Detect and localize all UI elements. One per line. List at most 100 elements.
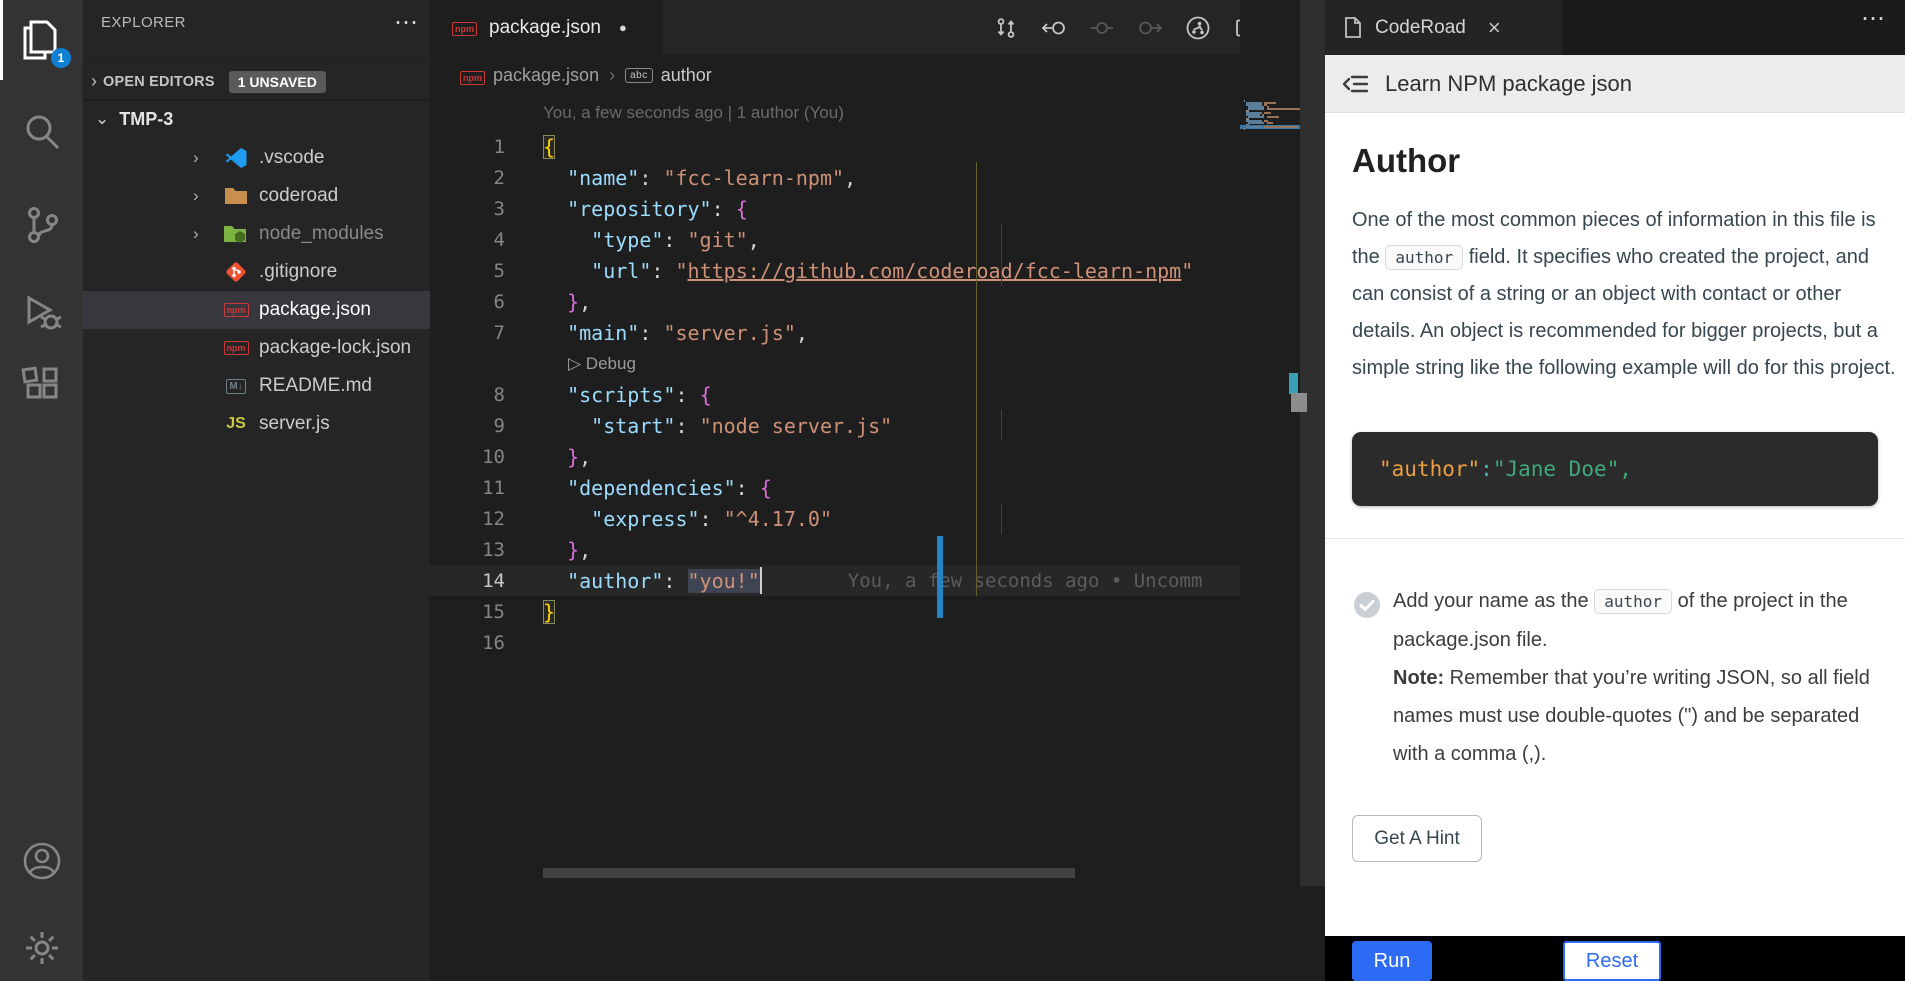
tab-package-json[interactable]: npm package.json ● xyxy=(430,0,663,55)
account-icon xyxy=(21,840,63,882)
gear-icon xyxy=(20,926,64,970)
lesson-heading: Author xyxy=(1352,142,1460,180)
horizontal-scrollbar[interactable] xyxy=(543,868,1075,878)
line-number: 2 xyxy=(430,167,543,189)
modified-dot-icon: ● xyxy=(619,20,627,35)
file-label: package-lock.json xyxy=(259,337,411,359)
account-button[interactable] xyxy=(0,821,83,901)
code-line-6[interactable]: 6 }, xyxy=(430,286,1240,317)
coderoad-more-actions-icon[interactable]: ⋯ xyxy=(1861,14,1885,24)
unsaved-badge: 1 UNSAVED xyxy=(229,71,326,93)
text-cursor xyxy=(760,567,762,594)
run-button[interactable]: Run xyxy=(1352,941,1432,981)
code-line-8[interactable]: 8 "scripts": { xyxy=(430,379,1240,410)
unsaved-count-badge: 1 xyxy=(51,48,71,68)
code-line-7[interactable]: 7 "main": "server.js", xyxy=(430,317,1240,348)
extensions-activity-button[interactable] xyxy=(0,346,83,426)
modified-lines-gutter-indicator xyxy=(937,536,943,618)
open-editors-section[interactable]: › OPEN EDITORS 1 UNSAVED xyxy=(83,64,430,99)
search-icon xyxy=(21,110,63,152)
codelens-debug[interactable]: ▷ Debug xyxy=(430,348,1240,379)
line-number: 14 xyxy=(430,570,543,592)
file-tree-item--vscode[interactable]: ›.vscode xyxy=(83,139,430,177)
code-line-16[interactable]: 16 xyxy=(430,627,1240,658)
line-number: 6 xyxy=(430,291,543,313)
indent-guide xyxy=(1001,410,1002,441)
vertical-scrollbar[interactable] xyxy=(1300,0,1325,886)
inline-blame: You, a few seconds ago • Uncomm xyxy=(848,570,1203,592)
chevron-right-icon: › xyxy=(193,148,211,168)
gitlens-authors-codelens[interactable]: You, a few seconds ago | 1 author (You) xyxy=(543,103,844,123)
file-tree-item-node-modules[interactable]: ›node_modules xyxy=(83,215,430,253)
extensions-icon xyxy=(21,365,63,407)
coderoad-lesson-header: Learn NPM package json xyxy=(1325,55,1905,113)
go-back-icon[interactable] xyxy=(1041,15,1067,41)
line-number: 8 xyxy=(430,384,543,406)
coderoad-run-icon[interactable] xyxy=(1185,15,1211,41)
minimap[interactable] xyxy=(1240,0,1300,886)
code-line-2[interactable]: 2 "name": "fcc-learn-npm", xyxy=(430,162,1240,193)
code-line-3[interactable]: 3 "repository": { xyxy=(430,193,1240,224)
open-editors-label: OPEN EDITORS xyxy=(103,74,215,90)
breadcrumb-file[interactable]: package.json xyxy=(493,65,599,86)
search-activity-button[interactable] xyxy=(0,91,83,171)
back-to-lessons-icon[interactable] xyxy=(1341,69,1371,99)
code-line-12[interactable]: 12 "express": "^4.17.0" xyxy=(430,503,1240,534)
coderoad-content: Author One of the most common pieces of … xyxy=(1325,114,1905,936)
chevron-down-icon: ⌄ xyxy=(95,109,109,129)
explorer-more-actions-icon[interactable]: ⋯ xyxy=(394,18,418,28)
file-tree-item-package-lock-json[interactable]: npm package-lock.json xyxy=(83,329,430,367)
run-debug-activity-button[interactable] xyxy=(0,273,83,353)
tab-coderoad[interactable]: CodeRoad × xyxy=(1325,0,1562,55)
file-tree-item-server-js[interactable]: JSserver.js xyxy=(83,405,430,443)
explorer-title: EXPLORER xyxy=(101,14,186,31)
line-number: 12 xyxy=(430,508,543,530)
overview-ruler-mark xyxy=(1291,393,1307,412)
line-number: 11 xyxy=(430,477,543,499)
file-icon xyxy=(1343,16,1363,39)
close-icon[interactable]: × xyxy=(1488,15,1501,41)
editor-tab-bar: npm package.json ● xyxy=(430,0,1325,55)
location-current-icon[interactable] xyxy=(1089,15,1115,41)
npm-icon: npm xyxy=(221,335,251,361)
indent-guide-active xyxy=(976,162,977,596)
line-number: 15 xyxy=(430,601,543,623)
explorer-activity-button[interactable]: 1 xyxy=(0,0,83,80)
code-line-4[interactable]: 4 "type": "git", xyxy=(430,224,1240,255)
file-label: server.js xyxy=(259,413,330,435)
code-line-10[interactable]: 10 }, xyxy=(430,441,1240,472)
line-number: 4 xyxy=(430,229,543,251)
inline-code-chip: author xyxy=(1594,589,1672,614)
file-tree-item--gitignore[interactable]: .gitignore xyxy=(83,253,430,291)
file-tree-item-readme-md[interactable]: M↓README.md xyxy=(83,367,430,405)
folder-icon xyxy=(221,183,251,209)
code-line-15[interactable]: 15} xyxy=(430,596,1240,627)
workspace-root-label: TMP-3 xyxy=(119,109,173,130)
breadcrumb-symbol[interactable]: author xyxy=(661,65,712,86)
go-forward-icon[interactable] xyxy=(1137,15,1163,41)
code-line-5[interactable]: 5 "url": "https://github.com/coderoad/fc… xyxy=(430,255,1240,286)
file-label: .gitignore xyxy=(259,261,337,283)
open-changes-icon[interactable] xyxy=(993,15,1019,41)
file-tree-item-package-json[interactable]: npmpackage.json xyxy=(83,291,430,329)
file-tree-item-coderoad[interactable]: ›coderoad xyxy=(83,177,430,215)
task-text: Add your name as the author of the proje… xyxy=(1393,582,1898,773)
workspace-root-folder[interactable]: ⌄ TMP-3 xyxy=(83,101,430,137)
code-editor[interactable]: You, a few seconds ago | 1 author (You) … xyxy=(430,95,1240,955)
settings-button[interactable] xyxy=(0,908,83,981)
code-line-14[interactable]: 14 "author": "you!"You, a few seconds ag… xyxy=(430,565,1240,596)
get-hint-button[interactable]: Get A Hint xyxy=(1352,815,1482,862)
code-line-9[interactable]: 9 "start": "node server.js" xyxy=(430,410,1240,441)
line-number: 13 xyxy=(430,539,543,561)
code-line-1[interactable]: 1{ xyxy=(430,131,1240,162)
activity-bar: 1 xyxy=(0,0,83,981)
vscode-folder-icon xyxy=(221,145,251,171)
code-lines: 1{2 "name": "fcc-learn-npm",3 "repositor… xyxy=(430,131,1240,658)
source-control-activity-button[interactable] xyxy=(0,185,83,265)
code-line-13[interactable]: 13 }, xyxy=(430,534,1240,565)
code-line-11[interactable]: 11 "dependencies": { xyxy=(430,472,1240,503)
git-icon xyxy=(221,259,251,285)
line-number: 16 xyxy=(430,632,543,654)
reset-button[interactable]: Reset xyxy=(1563,941,1661,981)
chevron-right-icon: › xyxy=(91,71,97,92)
